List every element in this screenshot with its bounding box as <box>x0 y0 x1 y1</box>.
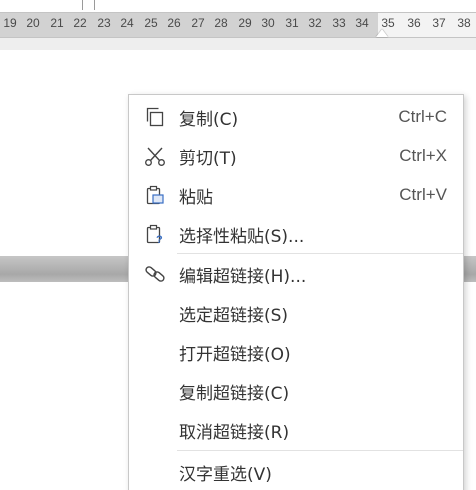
menu-item-copy-hyperlink[interactable]: 复制超链接(C) <box>129 373 463 409</box>
ruler-number: 28 <box>214 16 228 30</box>
ruler-number: 19 <box>3 16 17 30</box>
ruler-number: 38 <box>457 16 471 30</box>
menu-item-label: 取消超链接(R) <box>179 422 290 443</box>
ruler-margin-mark <box>94 0 95 10</box>
ruler-number: 26 <box>167 16 181 30</box>
menu-separator <box>177 253 463 254</box>
menu-item-label: 粘贴 <box>179 187 213 208</box>
ruler-number: 32 <box>308 16 322 30</box>
context-menu: 复制(C) Ctrl+C 剪切(T) Ctrl+X 粘贴 Ctrl+V ? 选择… <box>128 94 464 490</box>
paste-icon <box>143 183 167 207</box>
menu-item-label: 汉字重选(V) <box>179 464 272 485</box>
horizontal-ruler[interactable]: 19 20 21 22 23 24 25 26 27 28 29 30 31 3… <box>0 0 476 38</box>
ruler-number: 27 <box>191 16 205 30</box>
ruler-number: 36 <box>407 16 421 30</box>
menu-item-paste[interactable]: 粘贴 Ctrl+V <box>129 177 463 213</box>
menu-item-remove-hyperlink[interactable]: 取消超链接(R) <box>129 412 463 448</box>
menu-item-shortcut: Ctrl+X <box>399 146 447 165</box>
ruler-number: 21 <box>50 16 64 30</box>
menu-item-label: 编辑超链接(H)... <box>179 266 307 287</box>
menu-item-open-hyperlink[interactable]: 打开超链接(O) <box>129 334 463 370</box>
menu-item-cut[interactable]: 剪切(T) Ctrl+X <box>129 138 463 174</box>
ruler-gap <box>0 38 476 50</box>
menu-item-label: 打开超链接(O) <box>179 344 291 365</box>
ruler-number: 25 <box>144 16 158 30</box>
svg-text:?: ? <box>156 234 163 245</box>
ruler-number: 20 <box>26 16 40 30</box>
menu-item-shortcut: Ctrl+C <box>398 107 447 126</box>
link-icon <box>143 262 167 286</box>
menu-item-paste-special[interactable]: ? 选择性粘贴(S)... <box>129 216 463 252</box>
ruler-number: 33 <box>332 16 346 30</box>
menu-item-edit-hyperlink[interactable]: 编辑超链接(H)... <box>129 256 463 292</box>
paste-special-icon: ? <box>143 222 167 246</box>
menu-item-label: 复制(C) <box>179 109 239 130</box>
menu-separator <box>177 450 463 451</box>
ruler-number: 30 <box>261 16 275 30</box>
menu-item-label: 剪切(T) <box>179 148 237 169</box>
ruler-number: 22 <box>73 16 87 30</box>
menu-item-shortcut: Ctrl+V <box>399 185 447 204</box>
ruler-number: 24 <box>120 16 134 30</box>
menu-item-copy[interactable]: 复制(C) Ctrl+C <box>129 99 463 135</box>
ruler-margin-mark <box>82 0 83 10</box>
menu-item-reconvert[interactable]: 汉字重选(V) <box>129 454 463 490</box>
copy-icon <box>143 105 167 129</box>
menu-item-select-hyperlink[interactable]: 选定超链接(S) <box>129 295 463 331</box>
menu-item-label: 复制超链接(C) <box>179 383 290 404</box>
ruler-number: 37 <box>432 16 446 30</box>
menu-item-label: 选定超链接(S) <box>179 305 289 326</box>
ruler-number: 23 <box>97 16 111 30</box>
ruler-number: 35 <box>381 16 395 30</box>
ruler-number: 34 <box>355 16 369 30</box>
menu-item-label: 选择性粘贴(S)... <box>179 226 305 247</box>
scissors-icon <box>143 144 167 168</box>
ruler-number: 31 <box>285 16 299 30</box>
indent-marker[interactable] <box>376 29 388 37</box>
ruler-top-strip <box>0 0 476 12</box>
ruler-number: 29 <box>238 16 252 30</box>
document-window: 19 20 21 22 23 24 25 26 27 28 29 30 31 3… <box>0 0 476 490</box>
